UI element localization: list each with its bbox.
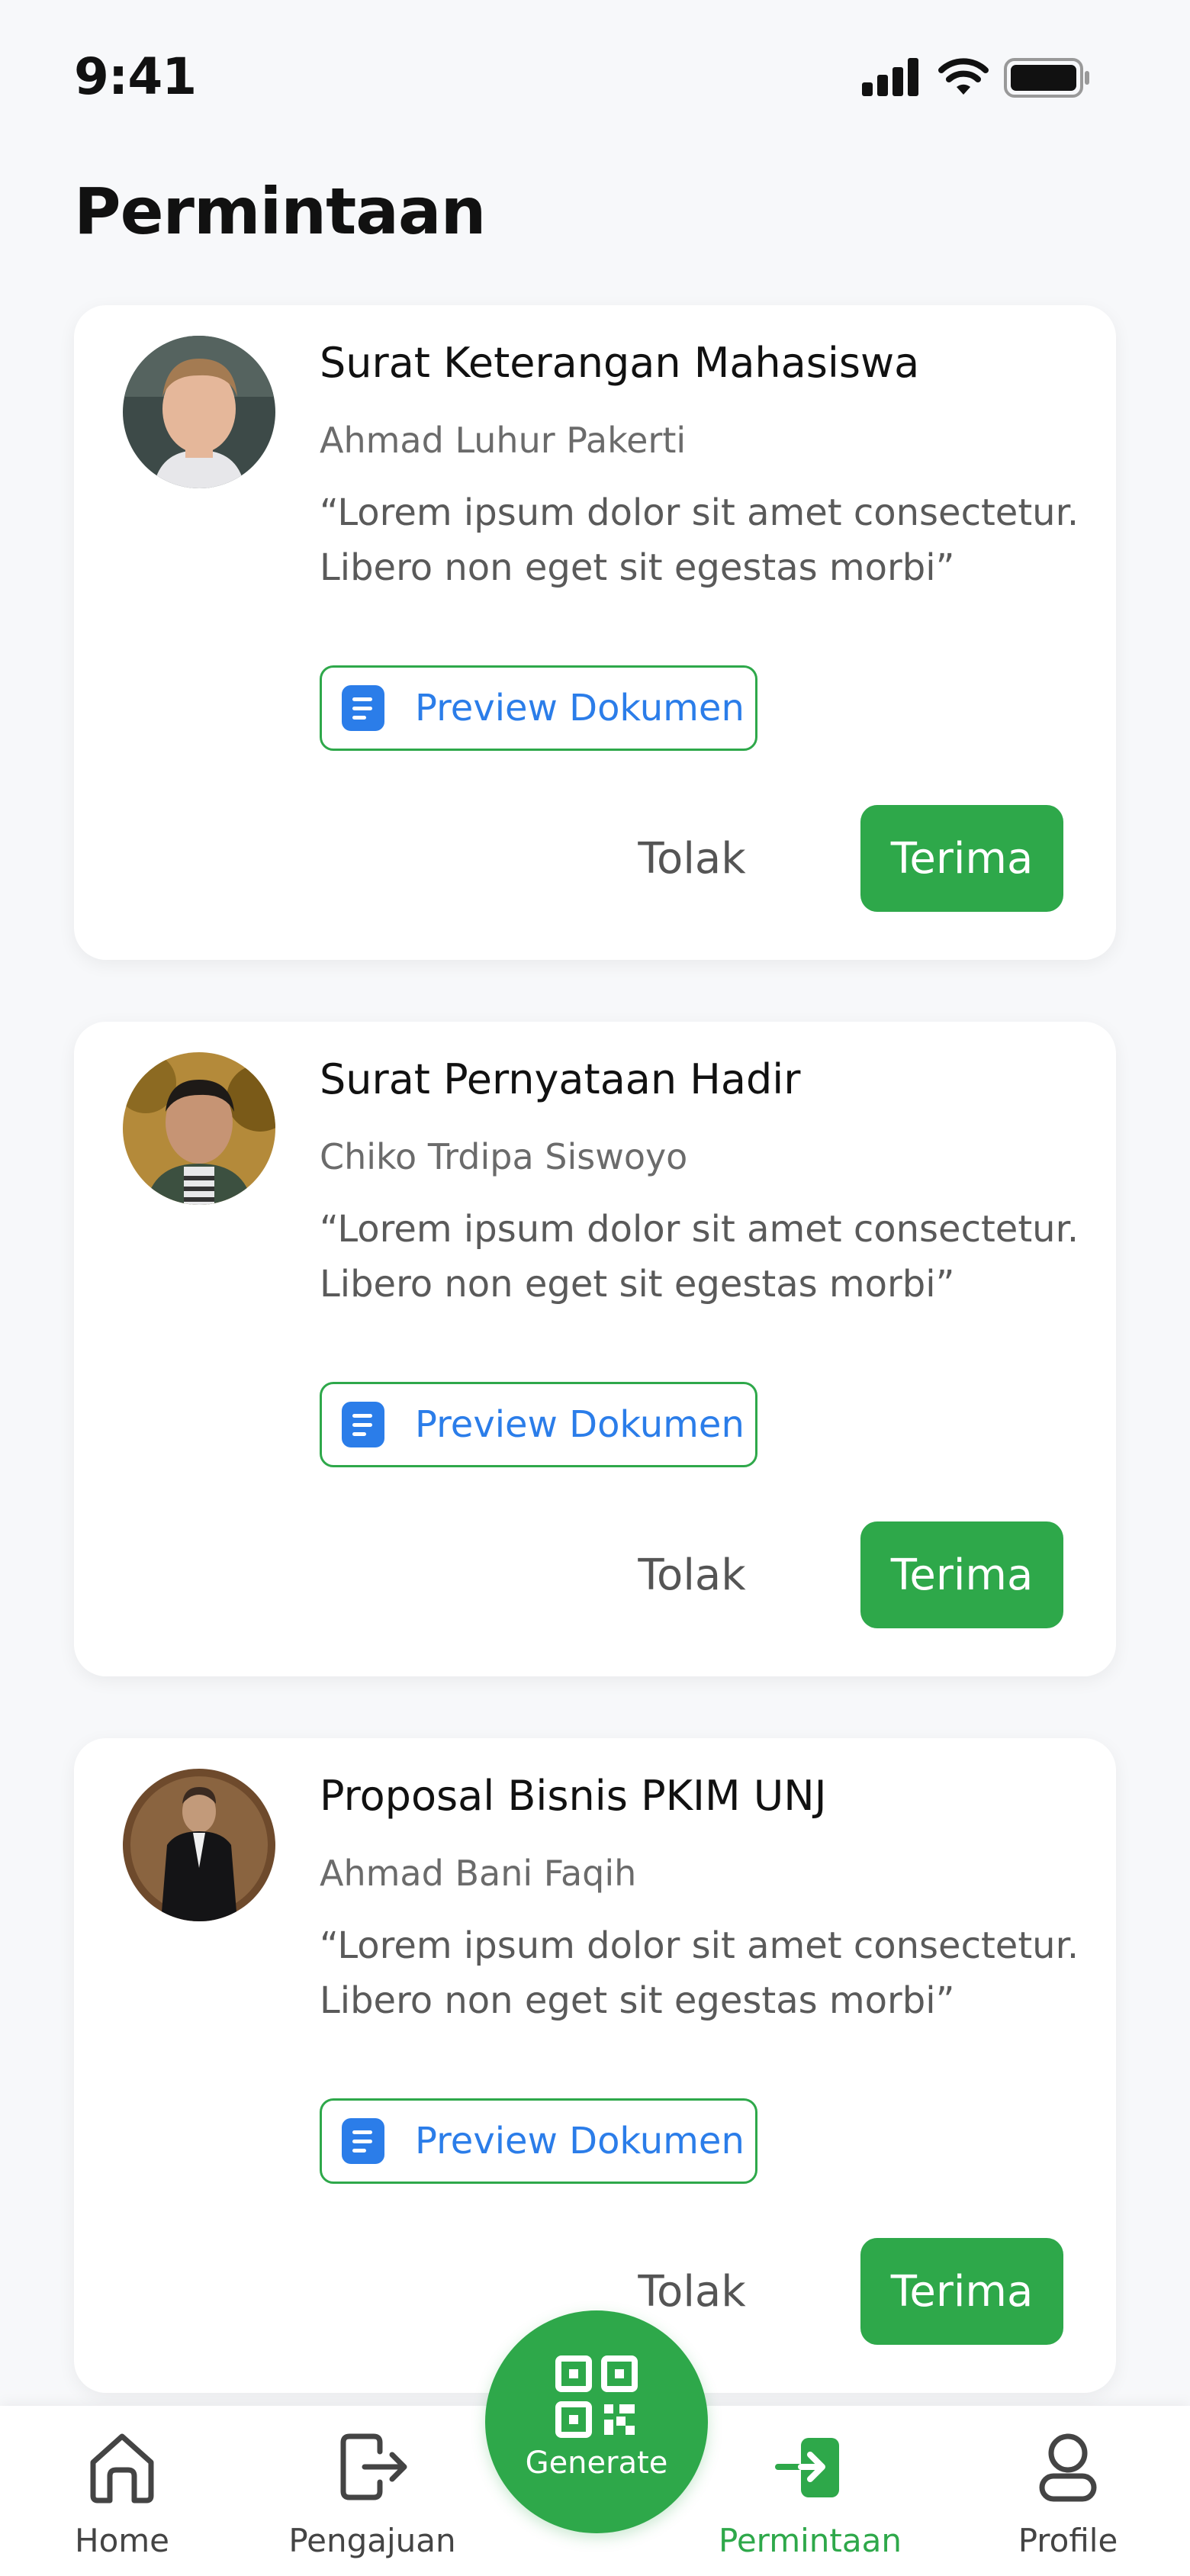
preview-document-button[interactable]: Preview Dokumen (320, 665, 757, 751)
accept-button[interactable]: Terima (860, 1521, 1063, 1628)
reject-button[interactable]: Tolak (608, 805, 776, 912)
screen: 9:41 Permintaan Surat Keterangan Mahasis… (0, 0, 1190, 2576)
requester-name: Chiko Trdipa Siswoyo (320, 1136, 688, 1177)
preview-document-label: Preview Dokumen (415, 687, 745, 729)
request-note: “Lorem ipsum dolor sit amet consectetur.… (320, 491, 1079, 589)
preview-document-button[interactable]: Preview Dokumen (320, 2098, 757, 2184)
card-title: Surat Keterangan Mahasiswa (320, 339, 920, 387)
accept-button[interactable]: Terima (860, 2238, 1063, 2345)
request-note: “Lorem ipsum dolor sit amet consectetur.… (320, 1924, 1079, 2022)
nav-label-permintaan: Permintaan (719, 2522, 902, 2559)
wifi-icon (938, 58, 989, 95)
card-title: Surat Pernyataan Hadir (320, 1055, 801, 1103)
avatar (123, 336, 275, 488)
reject-button[interactable]: Tolak (608, 1521, 776, 1628)
nav-item-permintaan[interactable]: Permintaan (696, 2429, 925, 2559)
status-time: 9:41 (74, 47, 197, 106)
avatar (123, 1052, 275, 1205)
document-icon (342, 685, 384, 731)
generate-label: Generate (525, 2446, 668, 2481)
page-title: Permintaan (74, 174, 486, 249)
card-title: Proposal Bisnis PKIM UNJ (320, 1772, 827, 1820)
avatar (123, 1769, 275, 1921)
nav-item-home[interactable]: Home (8, 2429, 236, 2559)
request-card: Proposal Bisnis PKIM UNJ Ahmad Bani Faqi… (74, 1738, 1116, 2393)
requester-name: Ahmad Bani Faqih (320, 1853, 637, 1894)
battery-icon (1004, 58, 1089, 98)
preview-document-label: Preview Dokumen (415, 2120, 745, 2162)
accept-button[interactable]: Terima (860, 805, 1063, 912)
document-icon (342, 2118, 384, 2164)
signal-icon (862, 58, 918, 96)
home-icon (90, 2433, 154, 2504)
generate-button[interactable]: Generate (485, 2310, 708, 2533)
nav-label-pengajuan: Pengajuan (288, 2522, 456, 2559)
request-card: Surat Pernyataan Hadir Chiko Trdipa Sisw… (74, 1022, 1116, 1676)
nav-label-home: Home (74, 2522, 170, 2559)
submission-icon (340, 2433, 407, 2500)
document-icon (342, 1402, 384, 1447)
request-note: “Lorem ipsum dolor sit amet consectetur.… (320, 1208, 1079, 1306)
nav-item-pengajuan[interactable]: Pengajuan (258, 2429, 487, 2559)
nav-item-profile[interactable]: Profile (954, 2429, 1182, 2559)
preview-document-label: Preview Dokumen (415, 1403, 745, 1446)
nav-label-profile: Profile (1018, 2522, 1118, 2559)
requester-name: Ahmad Luhur Pakerti (320, 420, 687, 461)
profile-icon (1039, 2433, 1097, 2502)
request-icon (775, 2438, 839, 2497)
request-card: Surat Keterangan Mahasiswa Ahmad Luhur P… (74, 305, 1116, 960)
status-icons (862, 58, 1091, 98)
qr-code-icon (555, 2355, 638, 2438)
preview-document-button[interactable]: Preview Dokumen (320, 1382, 757, 1467)
